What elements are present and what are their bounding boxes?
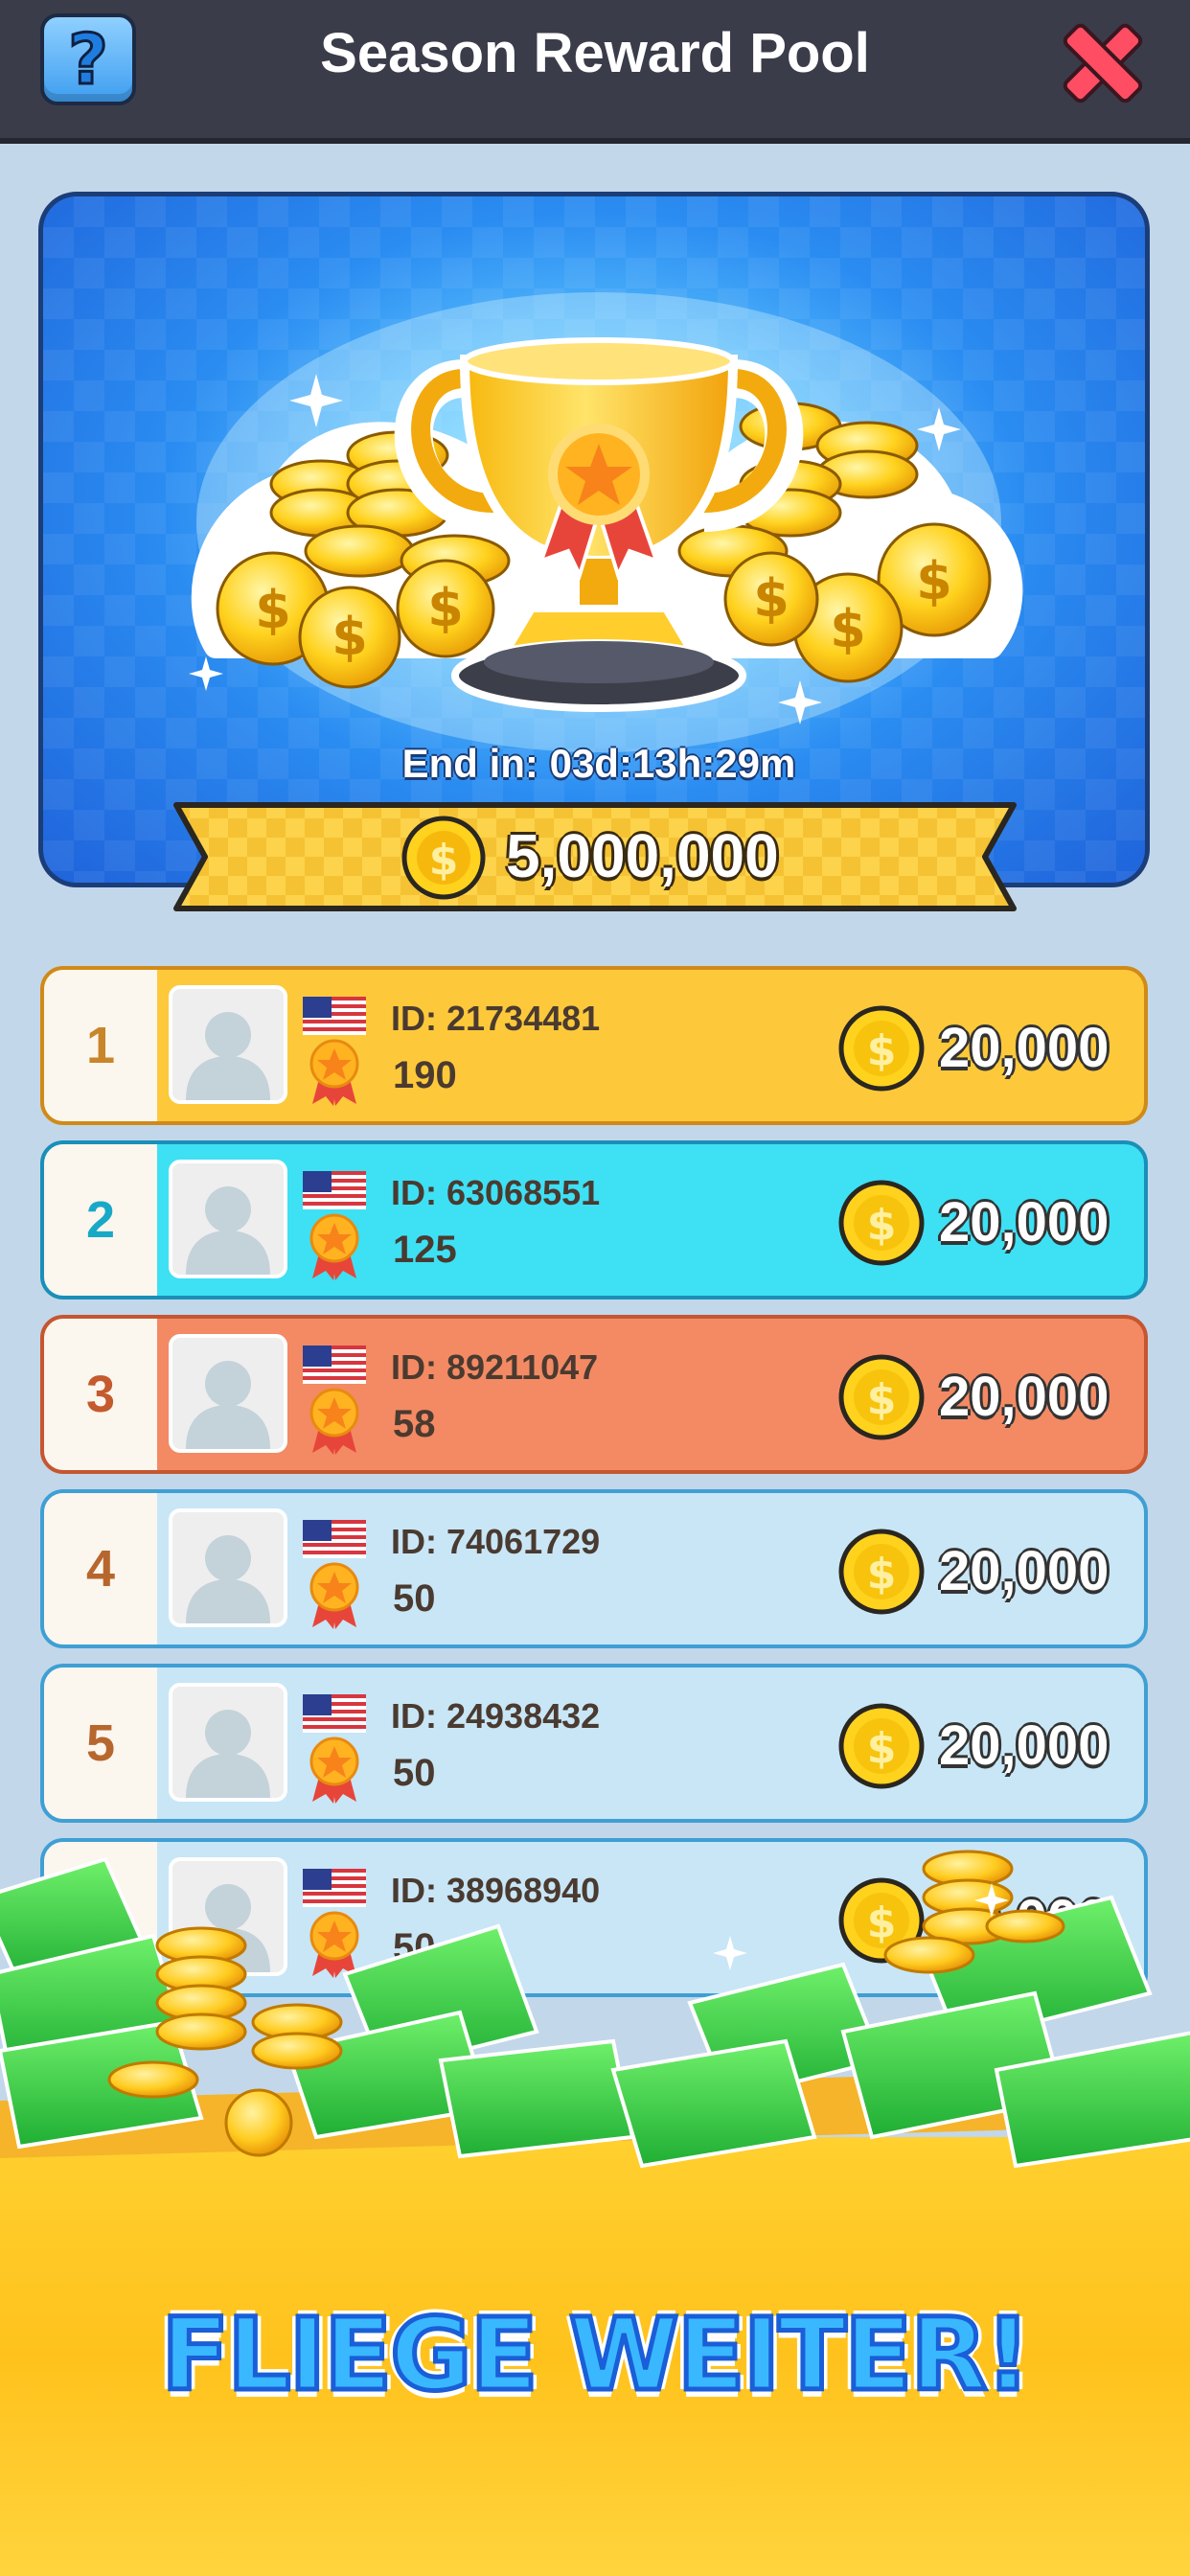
svg-text:$: $: [916, 551, 952, 611]
rank-number: 1: [44, 970, 157, 1121]
gold-coin-icon: $: [838, 1529, 925, 1615]
us-flag-icon: [303, 997, 366, 1035]
player-id: ID: 89211047: [391, 1347, 599, 1387]
player-score: 58: [393, 1403, 436, 1445]
header-bar: ? Season Reward Pool: [0, 0, 1190, 144]
player-score: 50: [393, 1577, 436, 1620]
leaderboard-row-5[interactable]: 5 ID: 24938432 50 $ 20,000: [40, 1664, 1148, 1823]
gold-coin-icon: $: [838, 1005, 925, 1092]
promo-slogan: FLIEGE WEITER!: [159, 2294, 1034, 2416]
svg-text:$: $: [332, 607, 368, 667]
svg-text:$: $: [867, 1550, 897, 1598]
avatar[interactable]: [169, 1508, 287, 1627]
player-id: ID: 21734481: [391, 999, 601, 1038]
svg-text:$: $: [867, 1375, 897, 1424]
cash-pile-illustration: [0, 1850, 1190, 2169]
svg-text:$: $: [867, 1724, 897, 1773]
svg-text:$: $: [429, 836, 459, 885]
svg-text:$: $: [255, 580, 291, 640]
us-flag-icon: [303, 1520, 366, 1558]
reward-amount: 20,000: [939, 1540, 1110, 1602]
avatar-placeholder-icon: [172, 989, 284, 1100]
leaderboard-row-4[interactable]: 4 ID: 74061729 50 $ 20,000: [40, 1489, 1148, 1648]
reward-pool-banner: $ $ $ $ $ $ End in: 03d:13h:29m: [38, 192, 1150, 887]
avatar-placeholder-icon: [172, 1512, 284, 1623]
leaderboard-row-1[interactable]: 1 ID: 21734481 190 $ 20,000: [40, 966, 1148, 1125]
reward-amount: 20,000: [939, 1366, 1110, 1428]
medal-icon: [309, 1562, 359, 1629]
us-flag-icon: [303, 1171, 366, 1209]
us-flag-icon: [303, 1346, 366, 1384]
player-id: ID: 74061729: [391, 1522, 601, 1561]
player-score: 125: [393, 1229, 457, 1271]
gold-coin-icon: $: [838, 1703, 925, 1789]
player-id: ID: 63068551: [391, 1173, 601, 1212]
medal-icon: [309, 1736, 359, 1804]
avatar-placeholder-icon: [172, 1687, 284, 1798]
player-score: 190: [393, 1054, 457, 1096]
player-id: ID: 24938432: [391, 1696, 601, 1736]
leaderboard-row-2[interactable]: 2 ID: 63068551 125 $ 20,000: [40, 1140, 1148, 1300]
close-button[interactable]: [1060, 21, 1136, 98]
pool-amount: 5,000,000: [506, 821, 779, 890]
rank-number: 3: [44, 1319, 157, 1470]
player-score: 50: [393, 1752, 436, 1794]
leaderboard-row-3[interactable]: 3 ID: 89211047 58 $ 20,000: [40, 1315, 1148, 1474]
gold-coin-icon: $: [401, 816, 486, 900]
svg-text:$: $: [867, 1201, 897, 1250]
rank-number: 4: [44, 1493, 157, 1644]
medal-icon: [309, 1039, 359, 1106]
page-title: Season Reward Pool: [320, 22, 870, 84]
reward-amount: 20,000: [939, 1191, 1110, 1254]
avatar-placeholder-icon: [172, 1338, 284, 1449]
rank-number: 2: [44, 1144, 157, 1296]
rank-number: 5: [44, 1668, 157, 1819]
gold-coin-icon: $: [838, 1354, 925, 1440]
svg-text:$: $: [753, 568, 790, 629]
avatar[interactable]: [169, 1160, 287, 1278]
avatar-placeholder-icon: [172, 1163, 284, 1275]
svg-text:$: $: [830, 599, 866, 659]
medal-icon: [309, 1388, 359, 1455]
svg-text:$: $: [427, 578, 464, 638]
avatar[interactable]: [169, 985, 287, 1104]
reward-amount: 20,000: [939, 1714, 1110, 1777]
us-flag-icon: [303, 1694, 366, 1733]
svg-text:$: $: [867, 1026, 897, 1075]
season-end-timer: End in: 03d:13h:29m: [401, 741, 796, 786]
gold-coin-icon: $: [838, 1180, 925, 1266]
reward-amount: 20,000: [939, 1017, 1110, 1079]
pool-amount-ribbon: $ 5,000,000: [171, 799, 1019, 914]
medal-icon: [309, 1213, 359, 1280]
avatar[interactable]: [169, 1334, 287, 1453]
avatar[interactable]: [169, 1683, 287, 1802]
